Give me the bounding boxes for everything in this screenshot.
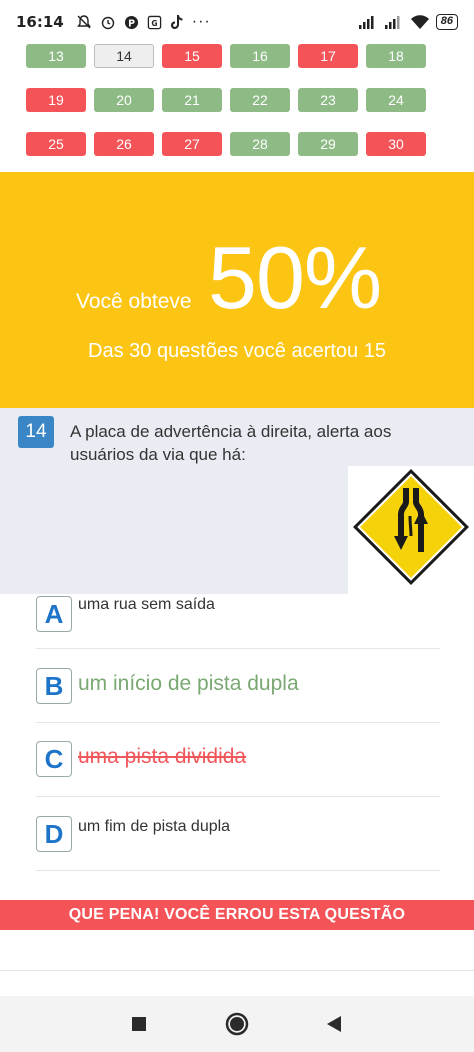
more-notifications-icon: ··· bbox=[191, 13, 211, 30]
question-button[interactable]: 17 bbox=[298, 44, 358, 68]
status-bar: 16:14 P G ··· 86 bbox=[0, 0, 474, 44]
svg-text:P: P bbox=[128, 18, 135, 29]
signal-icon-2 bbox=[384, 16, 400, 29]
question-number-badge: 14 bbox=[18, 416, 54, 448]
score-summary: Das 30 questões você acertou 15 bbox=[88, 340, 386, 362]
answer-option-c[interactable]: C uma pista dividida bbox=[36, 741, 440, 797]
answer-text: um fim de pista dupla bbox=[78, 818, 231, 835]
wifi-icon bbox=[410, 15, 429, 29]
answer-text: uma rua sem saída bbox=[78, 596, 215, 613]
back-button[interactable] bbox=[304, 996, 364, 1052]
clock: 16:14 bbox=[16, 13, 64, 31]
question-button[interactable]: 29 bbox=[298, 132, 358, 156]
question-button[interactable]: 19 bbox=[26, 88, 86, 112]
question-button[interactable]: 21 bbox=[162, 88, 222, 112]
pinterest-icon: P bbox=[124, 15, 138, 29]
question-button[interactable]: 13 bbox=[26, 44, 86, 68]
grid-row: 25 26 27 28 29 30 bbox=[26, 132, 426, 156]
traffic-sign-image bbox=[348, 466, 474, 594]
answer-text: uma pista dividida bbox=[78, 745, 247, 768]
question-button[interactable]: 16 bbox=[230, 44, 290, 68]
divider bbox=[36, 870, 440, 871]
question-button[interactable]: 30 bbox=[366, 132, 426, 156]
question-button[interactable]: 15 bbox=[162, 44, 222, 68]
question-button[interactable]: 27 bbox=[162, 132, 222, 156]
feedback-banner: QUE PENA! VOCÊ ERROU ESTA QUESTÃO bbox=[0, 900, 474, 930]
result-panel: Você obteve 50% Das 30 questões você ace… bbox=[0, 172, 474, 408]
divider bbox=[36, 796, 440, 797]
grid-row: 19 20 21 22 23 24 bbox=[26, 88, 426, 112]
divided-road-sign-icon bbox=[353, 469, 469, 585]
answer-option-d[interactable]: D um fim de pista dupla bbox=[36, 816, 440, 872]
question-button[interactable]: 23 bbox=[298, 88, 358, 112]
question-button[interactable]: 28 bbox=[230, 132, 290, 156]
question-button[interactable]: 22 bbox=[230, 88, 290, 112]
home-button[interactable] bbox=[207, 996, 267, 1052]
signal-icon bbox=[358, 16, 374, 29]
bell-muted-icon bbox=[76, 15, 91, 29]
battery-indicator: 86 bbox=[435, 14, 458, 30]
divider bbox=[36, 722, 440, 723]
answer-letter: D bbox=[36, 816, 72, 852]
question-button[interactable]: 26 bbox=[94, 132, 154, 156]
tiktok-icon bbox=[170, 15, 183, 29]
gallery-icon: G bbox=[147, 15, 161, 29]
answer-letter: B bbox=[36, 668, 72, 704]
score-percent: 50% bbox=[208, 228, 382, 327]
answer-text: um início de pista dupla bbox=[78, 672, 299, 695]
question-text: A placa de advertência à direita, alerta… bbox=[70, 422, 392, 464]
answer-option-b[interactable]: B um início de pista dupla bbox=[36, 668, 440, 724]
square-icon bbox=[132, 1017, 146, 1031]
question-button[interactable]: 14 bbox=[94, 44, 154, 68]
recent-apps-button[interactable] bbox=[109, 996, 169, 1052]
grid-row: 13 14 15 16 17 18 bbox=[26, 44, 426, 68]
answer-option-a[interactable]: A uma rua sem saída bbox=[36, 596, 440, 650]
question-button[interactable]: 20 bbox=[94, 88, 154, 112]
answer-letter: C bbox=[36, 741, 72, 777]
circle-icon bbox=[225, 1012, 249, 1036]
answer-letter: A bbox=[36, 596, 72, 632]
divider bbox=[36, 648, 440, 649]
question-button[interactable]: 25 bbox=[26, 132, 86, 156]
back-triangle-icon bbox=[327, 1016, 341, 1032]
divider bbox=[0, 970, 474, 971]
result-prefix: Você obteve bbox=[76, 290, 192, 313]
navigation-bar bbox=[0, 996, 474, 1052]
question-button[interactable]: 24 bbox=[366, 88, 426, 112]
alarm-icon bbox=[101, 16, 114, 30]
svg-text:G: G bbox=[151, 18, 157, 27]
question-button[interactable]: 18 bbox=[366, 44, 426, 68]
